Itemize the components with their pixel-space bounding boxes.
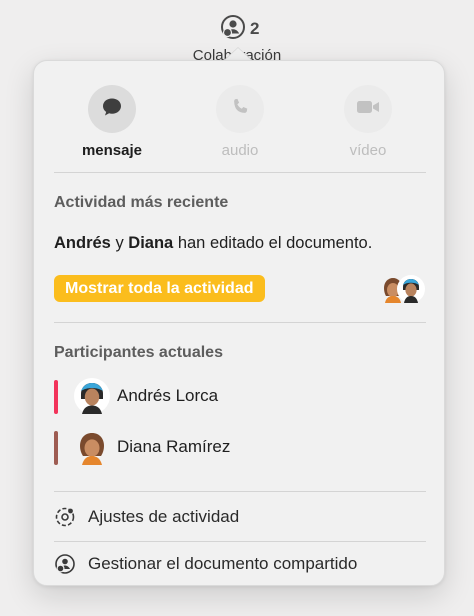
avatar-diana: [73, 428, 111, 466]
phone-icon: [229, 96, 251, 123]
audio-option: audio: [195, 85, 285, 159]
divider: [54, 541, 426, 542]
recent-activity-title: Actividad más reciente: [54, 194, 229, 211]
activity-person-1: Andrés: [54, 234, 111, 252]
activity-person-2: Diana: [128, 234, 174, 252]
divider: [54, 322, 426, 323]
communication-options: mensaje audio vídeo: [34, 85, 446, 165]
collaboration-button[interactable]: 2: [220, 14, 270, 44]
video-button: [344, 85, 392, 133]
audio-label: audio: [221, 142, 259, 159]
activity-settings-icon: [54, 506, 76, 528]
participant-row[interactable]: Andrés Lorca: [54, 377, 426, 417]
collaborator-count: 2: [250, 19, 260, 38]
message-bubble-icon: [100, 95, 124, 124]
manage-shared-document-item[interactable]: Gestionar el documento compartido: [54, 549, 426, 579]
participant-name: Diana Ramírez: [117, 437, 231, 456]
message-label: mensaje: [81, 142, 143, 159]
avatar-andres-small: [396, 274, 426, 309]
shared-document-icon: [54, 553, 76, 575]
collaboration-icon: [220, 14, 246, 45]
activity-connector: y: [115, 234, 124, 252]
participant-name: Andrés Lorca: [117, 386, 219, 405]
video-option: vídeo: [323, 85, 413, 159]
collaboration-popover: mensaje audio vídeo Actividad más recien…: [33, 60, 445, 586]
video-camera-icon: [355, 96, 381, 123]
message-button[interactable]: [88, 85, 136, 133]
participant-row[interactable]: Diana Ramírez: [54, 428, 426, 468]
avatar-andres: [73, 377, 111, 415]
activity-settings-label: Ajustes de actividad: [88, 507, 240, 526]
participant-color-bar: [54, 431, 58, 465]
activity-settings-item[interactable]: Ajustes de actividad: [54, 502, 426, 532]
show-all-activity-button[interactable]: Mostrar toda la actividad: [54, 275, 265, 302]
manage-shared-document-label: Gestionar el documento compartido: [88, 554, 358, 573]
audio-button: [216, 85, 264, 133]
message-option[interactable]: mensaje: [67, 85, 157, 159]
activity-action: han editado el documento.: [177, 234, 373, 252]
video-label: vídeo: [349, 142, 387, 159]
activity-summary: Andrés y Diana han editado el documento.: [54, 234, 372, 253]
divider: [54, 172, 426, 173]
activity-avatars: [378, 274, 428, 304]
current-participants-title: Participantes actuales: [54, 344, 223, 361]
participant-color-bar: [54, 380, 58, 414]
divider: [54, 491, 426, 492]
